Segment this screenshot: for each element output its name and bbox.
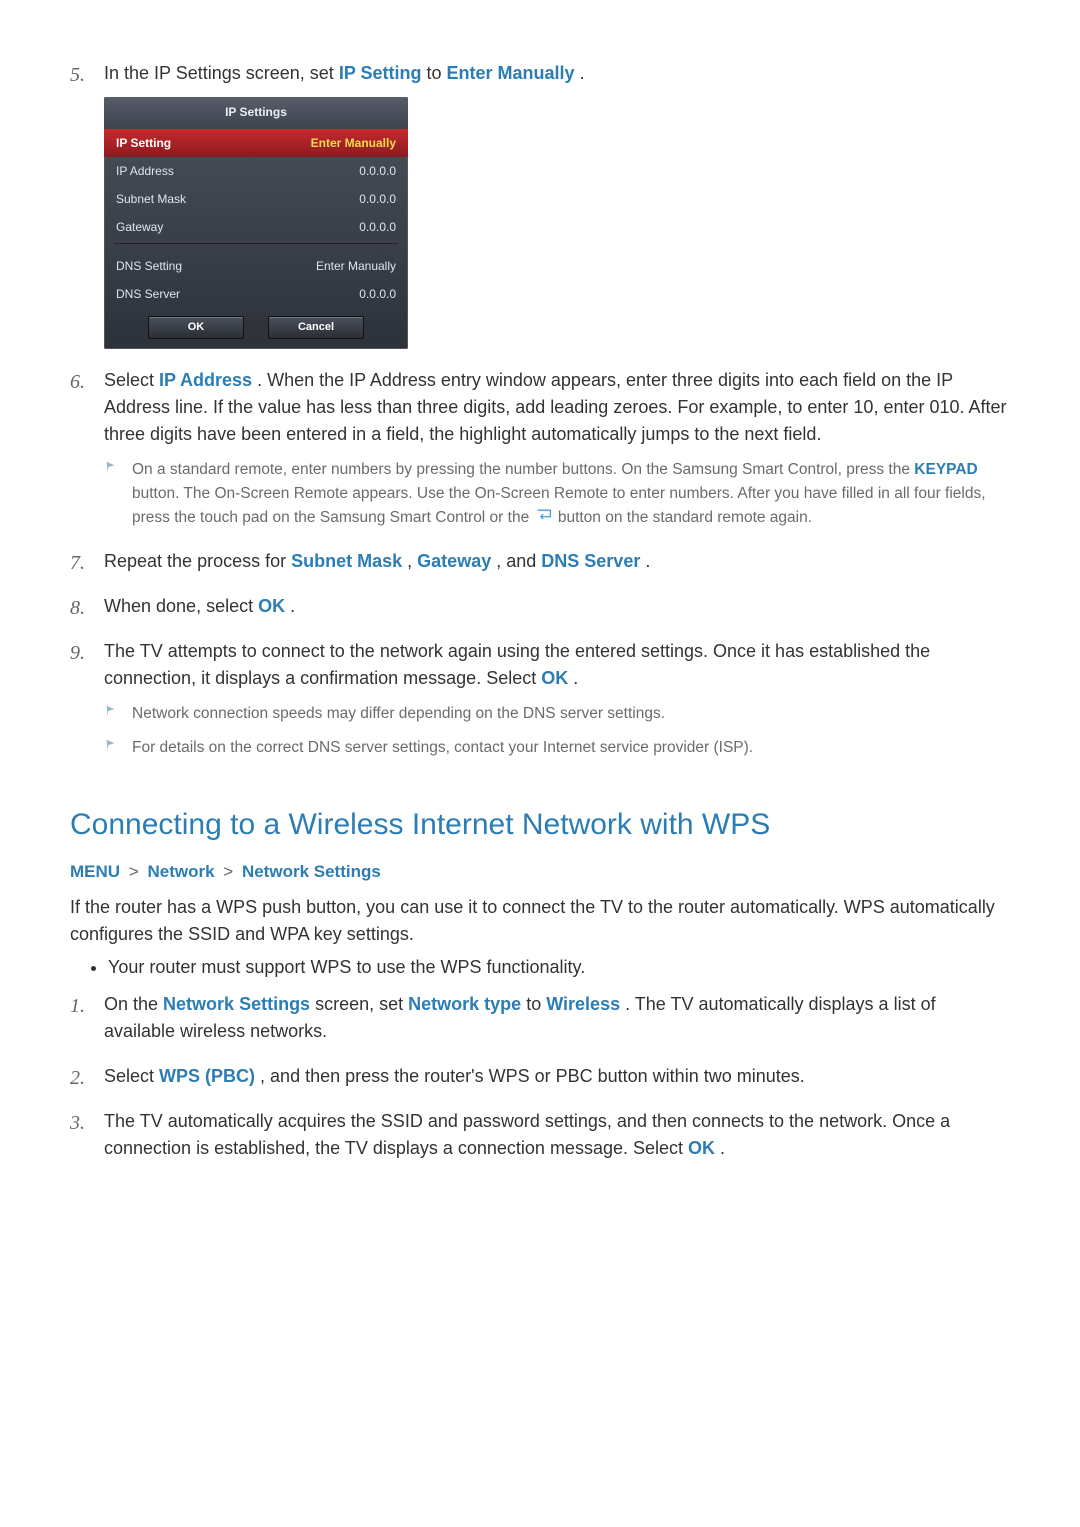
keyword-ok: OK [258, 596, 285, 616]
breadcrumb-network: Network [147, 862, 214, 881]
wps-step-3: 3. The TV automatically acquires the SSI… [70, 1108, 1010, 1162]
row-dns-server[interactable]: DNS Server 0.0.0.0 [104, 280, 408, 308]
ip-settings-panel: IP Settings IP Setting Enter Manually IP… [104, 97, 408, 349]
section-heading-wps: Connecting to a Wireless Internet Networ… [70, 802, 1010, 847]
label: IP Setting [116, 134, 171, 152]
keyword-network-type: Network type [408, 994, 521, 1014]
panel-title: IP Settings [104, 97, 408, 129]
enter-icon [534, 506, 554, 530]
step-number: 1. [70, 991, 85, 1021]
step-number: 8. [70, 593, 85, 623]
row-ip-address[interactable]: IP Address 0.0.0.0 [104, 157, 408, 185]
step-number: 3. [70, 1108, 85, 1138]
row-dns-setting[interactable]: DNS Setting Enter Manually [104, 252, 408, 280]
keyword-subnet-mask: Subnet Mask [291, 551, 402, 571]
breadcrumb: MENU > Network > Network Settings [70, 859, 1010, 885]
step-number: 5. [70, 60, 85, 90]
keyword-keypad: KEYPAD [914, 461, 977, 478]
wps-step-1: 1. On the Network Settings screen, set N… [70, 991, 1010, 1045]
keyword-wireless: Wireless [546, 994, 620, 1014]
step-number: 9. [70, 638, 85, 668]
keyword-ok: OK [541, 668, 568, 688]
keyword-network-settings: Network Settings [163, 994, 310, 1014]
body-text: Select IP Address . When the IP Address … [104, 370, 1007, 444]
value: Enter Manually [311, 134, 396, 152]
row-ip-setting-selected[interactable]: IP Setting Enter Manually [104, 129, 408, 157]
body-text: In the IP Settings screen, set IP Settin… [104, 63, 585, 83]
keyword-ip-setting: IP Setting [339, 63, 422, 83]
keyword-ip-address: IP Address [159, 370, 252, 390]
bullet-wps-support: Your router must support WPS to use the … [108, 954, 1010, 981]
cancel-button[interactable]: Cancel [268, 316, 364, 339]
step-6: 6. Select IP Address . When the IP Addre… [70, 367, 1010, 530]
note: On a standard remote, enter numbers by p… [104, 458, 1010, 530]
keyword-wps-pbc: WPS (PBC) [159, 1066, 255, 1086]
step-9: 9. The TV attempts to connect to the net… [70, 638, 1010, 760]
breadcrumb-menu: MENU [70, 862, 120, 881]
body-text: On the Network Settings screen, set Netw… [104, 994, 936, 1041]
row-gateway[interactable]: Gateway 0.0.0.0 [104, 213, 408, 241]
step-5: 5. In the IP Settings screen, set IP Set… [70, 60, 1010, 349]
chevron-right-icon: > [125, 862, 143, 881]
note-icon [104, 704, 118, 718]
body-text: Repeat the process for Subnet Mask , Gat… [104, 551, 650, 571]
body-text: When done, select OK . [104, 596, 295, 616]
step-8: 8. When done, select OK . [70, 593, 1010, 620]
step-number: 7. [70, 548, 85, 578]
note-icon [104, 738, 118, 752]
note: For details on the correct DNS server se… [104, 736, 1010, 760]
keyword-gateway: Gateway [417, 551, 491, 571]
body-text: The TV automatically acquires the SSID a… [104, 1111, 950, 1158]
step-number: 6. [70, 367, 85, 397]
chevron-right-icon: > [219, 862, 237, 881]
keyword-ok: OK [688, 1138, 715, 1158]
step-number: 2. [70, 1063, 85, 1093]
breadcrumb-network-settings: Network Settings [242, 862, 381, 881]
divider [114, 243, 398, 244]
note: Network connection speeds may differ dep… [104, 702, 1010, 726]
row-subnet-mask[interactable]: Subnet Mask 0.0.0.0 [104, 185, 408, 213]
body-text: The TV attempts to connect to the networ… [104, 641, 930, 688]
step-7: 7. Repeat the process for Subnet Mask , … [70, 548, 1010, 575]
wps-step-2: 2. Select WPS (PBC) , and then press the… [70, 1063, 1010, 1090]
keyword-dns-server: DNS Server [541, 551, 640, 571]
body-text: Select WPS (PBC) , and then press the ro… [104, 1066, 805, 1086]
keyword-enter-manually: Enter Manually [447, 63, 575, 83]
note-icon [104, 460, 118, 474]
ok-button[interactable]: OK [148, 316, 244, 339]
wps-intro: If the router has a WPS push button, you… [70, 894, 1010, 948]
